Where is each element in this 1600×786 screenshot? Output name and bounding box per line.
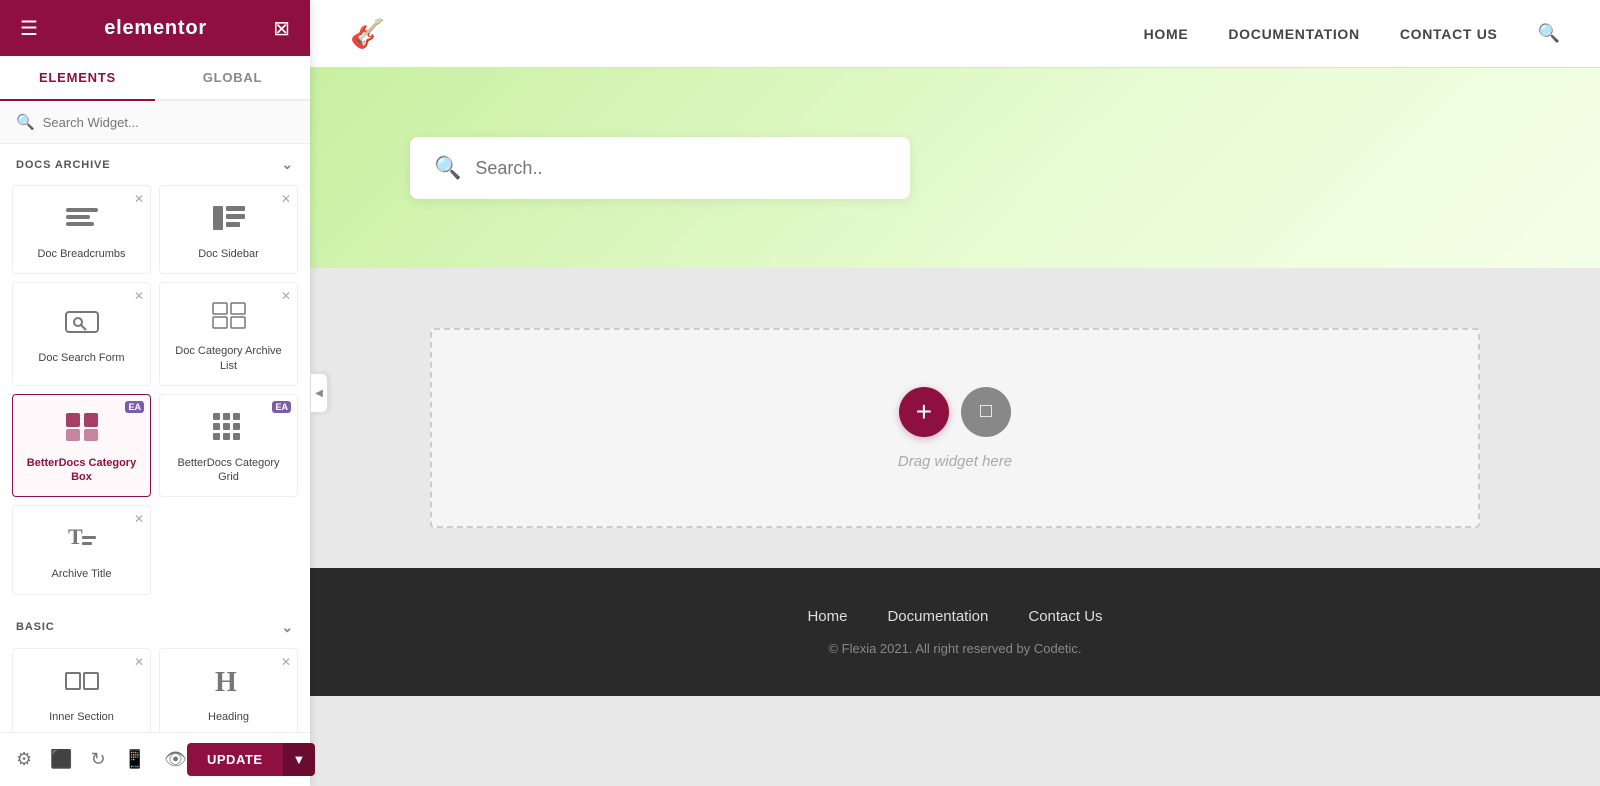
search-input[interactable] <box>43 115 294 130</box>
drop-zone-section: + □ Drag widget here <box>430 328 1480 528</box>
update-button[interactable]: UPDATE <box>187 743 283 776</box>
widget-doc-sidebar[interactable]: ✕ Doc Sidebar <box>159 185 298 274</box>
top-bar: 🎸 Home HOME DOCUMENTATION CONTACT US 🔍 <box>310 0 1600 68</box>
logo-area: 🎸 <box>350 17 385 50</box>
heading-icon: H <box>211 665 247 702</box>
drop-zone-buttons: + □ <box>899 387 1011 437</box>
widget-search-bar: 🔍 <box>0 101 310 144</box>
ea-badge: EA <box>272 401 291 413</box>
hero-section: 🔍 <box>310 68 1600 268</box>
footer-nav-contact[interactable]: Contact Us <box>1028 608 1102 625</box>
docs-archive-widgets: ✕ Doc Breadcrumbs ✕ <box>0 181 310 607</box>
tab-elements[interactable]: ELEMENTS <box>0 56 155 101</box>
hero-search-box: 🔍 <box>410 137 910 199</box>
sidebar-collapse-handle[interactable]: ◀ <box>310 373 328 413</box>
widget-heading[interactable]: ✕ H Heading <box>159 648 298 737</box>
bottom-tools: ⚙ ⬛ ↻ 📱 👁 <box>16 749 187 770</box>
topbar-search-icon[interactable]: 🔍 <box>1538 23 1560 44</box>
category-grid-icon <box>211 411 247 448</box>
nav-contact-link[interactable]: CONTACT US <box>1400 26 1498 42</box>
widget-doc-breadcrumbs[interactable]: ✕ Doc Breadcrumbs <box>12 185 151 274</box>
widget-label-betterdocs-category-box: BetterDocs Category Box <box>21 456 142 485</box>
top-nav: Home HOME DOCUMENTATION CONTACT US 🔍 <box>1144 23 1560 44</box>
delete-icon: ✕ <box>134 289 144 303</box>
responsive-icon[interactable]: 📱 <box>124 749 146 770</box>
delete-icon: ✕ <box>134 192 144 206</box>
grid-icon[interactable]: ⊠ <box>273 16 290 41</box>
footer-copyright: © Flexia 2021. All right reserved by Cod… <box>410 641 1500 656</box>
hamburger-menu-icon[interactable]: ☰ <box>20 16 38 41</box>
widget-label-betterdocs-category-grid: BetterDocs Category Grid <box>168 456 289 485</box>
nav-documentation-link[interactable]: DOCUMENTATION <box>1228 26 1359 42</box>
footer-nav: Home Documentation Contact Us <box>410 608 1500 625</box>
search-form-icon <box>64 306 100 343</box>
footer-nav-home[interactable]: Home <box>807 608 847 625</box>
delete-icon: ✕ <box>281 655 291 669</box>
drop-zone-wrapper: + □ Drag widget here <box>310 268 1600 568</box>
sidebar: ☰ elementor ⊠ ELEMENTS GLOBAL 🔍 DOCS ARC… <box>0 0 310 786</box>
search-icon: 🔍 <box>16 113 35 131</box>
tab-global[interactable]: GLOBAL <box>155 56 310 99</box>
section-basic-label: BASIC <box>16 621 55 633</box>
sidebar-tabs: ELEMENTS GLOBAL <box>0 56 310 101</box>
add-template-button[interactable]: □ <box>961 387 1011 437</box>
settings-icon[interactable]: ⚙ <box>16 749 32 770</box>
svg-text:H: H <box>215 667 237 697</box>
widget-label-doc-search-form: Doc Search Form <box>38 351 124 365</box>
widget-label-inner-section: Inner Section <box>49 710 114 724</box>
brand-logo: elementor <box>104 17 207 40</box>
preview-icon[interactable]: 👁 <box>164 749 187 770</box>
sidebar-content: DOCS ARCHIVE ⌄ ✕ Doc Breadcrumbs ✕ <box>0 144 310 786</box>
section-basic[interactable]: BASIC ⌄ <box>0 607 310 644</box>
widget-inner-section[interactable]: ✕ Inner Section <box>12 648 151 737</box>
nav-home-link[interactable]: HOME <box>1144 26 1189 42</box>
category-list-icon <box>211 299 247 336</box>
widget-label-doc-category-archive-list: Doc Category Archive List <box>168 344 289 373</box>
layers-icon[interactable]: ⬛ <box>50 749 72 770</box>
category-box-icon <box>64 411 100 448</box>
widget-archive-title[interactable]: ✕ T Archive Title <box>12 505 151 594</box>
svg-text:T: T <box>68 524 83 549</box>
drop-hint-text: Drag widget here <box>898 453 1012 470</box>
drop-zone-content: + □ Drag widget here <box>898 387 1012 470</box>
ea-badge: EA <box>125 401 144 413</box>
widget-betterdocs-category-grid[interactable]: EA BetterDocs Category Grid <box>159 394 298 498</box>
footer-section: Home Documentation Contact Us © Flexia 2… <box>310 568 1600 696</box>
widget-doc-search-form[interactable]: ✕ Doc Search Form <box>12 282 151 386</box>
update-button-group: UPDATE ▼ <box>187 743 315 776</box>
widget-doc-category-archive-list[interactable]: ✕ Doc Category Archive List <box>159 282 298 386</box>
logo-guitar-icon: 🎸 <box>350 17 385 50</box>
add-section-button[interactable]: + <box>899 387 949 437</box>
sidebar-icon <box>211 202 247 239</box>
update-arrow-button[interactable]: ▼ <box>283 743 316 776</box>
widget-label-doc-sidebar: Doc Sidebar <box>198 247 259 261</box>
archive-title-icon: T <box>64 522 100 559</box>
hero-search-icon: 🔍 <box>434 155 461 181</box>
history-icon[interactable]: ↻ <box>91 749 106 770</box>
delete-icon: ✕ <box>134 512 144 526</box>
delete-icon: ✕ <box>281 192 291 206</box>
widget-betterdocs-category-box[interactable]: EA BetterDocs Category Box <box>12 394 151 498</box>
delete-icon: ✕ <box>134 655 144 669</box>
sidebar-bottom-toolbar: ⚙ ⬛ ↻ 📱 👁 UPDATE ▼ <box>0 732 310 786</box>
chevron-down-icon: ⌄ <box>281 156 294 173</box>
delete-icon: ✕ <box>281 289 291 303</box>
widget-label-archive-title: Archive Title <box>52 567 112 581</box>
footer-nav-documentation[interactable]: Documentation <box>887 608 988 625</box>
chevron-down-icon: ⌄ <box>281 619 294 636</box>
widget-label-doc-breadcrumbs: Doc Breadcrumbs <box>37 247 125 261</box>
widget-label-heading: Heading <box>208 710 249 724</box>
inner-section-icon <box>64 665 100 702</box>
section-docs-archive[interactable]: DOCS ARCHIVE ⌄ <box>0 144 310 181</box>
breadcrumbs-icon <box>64 202 100 239</box>
collapse-arrow-icon: ◀ <box>315 388 323 399</box>
hero-search-input[interactable] <box>475 158 886 179</box>
canvas: 🔍 + □ Drag widget here Home Documentatio… <box>310 68 1600 786</box>
sidebar-header: ☰ elementor ⊠ <box>0 0 310 56</box>
section-docs-archive-label: DOCS ARCHIVE <box>16 159 111 171</box>
